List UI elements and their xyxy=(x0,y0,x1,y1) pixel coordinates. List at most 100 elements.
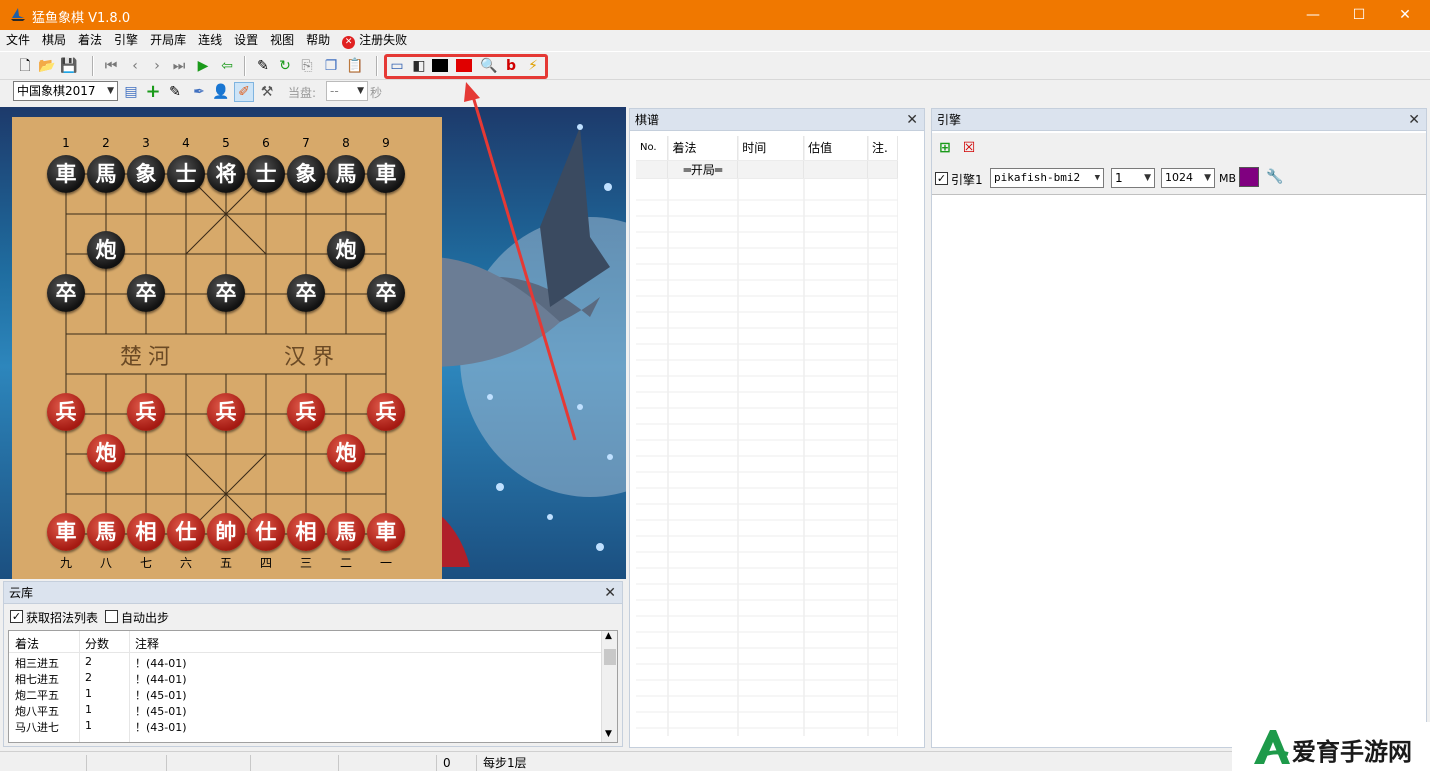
close-icon[interactable]: ✕ xyxy=(604,582,616,604)
menu-help[interactable]: 帮助 xyxy=(300,30,336,50)
hash-select[interactable]: 1024 ▼ xyxy=(1161,168,1215,188)
maximize-button[interactable]: ☐ xyxy=(1336,0,1382,30)
red-pawn[interactable]: 兵 xyxy=(47,393,85,431)
black-pawn[interactable]: 卒 xyxy=(287,274,325,312)
add-engine-icon[interactable]: ⊞ xyxy=(936,139,954,157)
list-item[interactable]: 炮二平五 1 ！(45-01) xyxy=(9,687,601,703)
menu-engine[interactable]: 引擎 xyxy=(108,30,144,50)
cloud-moves-list[interactable]: 着法 分数 注释 相三进五 2 ！(44-01) 相七进五 2 ！(44-01) 炮二平… xyxy=(8,630,618,743)
red-advisor[interactable]: 仕 xyxy=(167,513,205,551)
black-pawn[interactable]: 卒 xyxy=(47,274,85,312)
black-general[interactable]: 将 xyxy=(207,155,245,193)
edit-icon[interactable]: ✎ xyxy=(254,57,272,75)
menu-registration[interactable]: ✕ 注册失败 xyxy=(336,30,413,50)
red-cannon[interactable]: 炮 xyxy=(87,434,125,472)
engine-enable-checkbox[interactable]: ✓ xyxy=(935,172,948,185)
eraser-icon[interactable]: ✐ xyxy=(234,82,254,102)
red-pawn[interactable]: 兵 xyxy=(287,393,325,431)
chess-board[interactable]: 1 2 3 4 5 6 7 8 9 九 八 七 六 五 四 三 二 一 楚河 汉… xyxy=(12,117,442,579)
red-advisor[interactable]: 仕 xyxy=(247,513,285,551)
red-chariot[interactable]: 車 xyxy=(367,513,405,551)
open-folder-icon[interactable]: 📂 xyxy=(38,57,56,75)
minimize-button[interactable]: — xyxy=(1290,0,1336,30)
black-pawn[interactable]: 卒 xyxy=(207,274,245,312)
prev-move-icon[interactable]: ‹ xyxy=(126,57,144,75)
menu-file[interactable]: 文件 xyxy=(0,30,36,50)
undo-arrow-icon[interactable]: ⇦ xyxy=(218,57,236,75)
menu-settings[interactable]: 设置 xyxy=(228,30,264,50)
red-pawn[interactable]: 兵 xyxy=(207,393,245,431)
table-row[interactable]: ═开局═ xyxy=(636,160,899,179)
black-horse[interactable]: 馬 xyxy=(87,155,125,193)
red-elephant[interactable]: 相 xyxy=(287,513,325,551)
red-pawn[interactable]: 兵 xyxy=(127,393,165,431)
col-header-time[interactable]: 时间 xyxy=(737,136,805,161)
duplicate-icon[interactable]: ❐ xyxy=(322,57,340,75)
copy-icon[interactable]: ⎘ xyxy=(298,57,316,75)
note-icon[interactable]: ✎ xyxy=(166,83,184,101)
menu-view[interactable]: 视图 xyxy=(264,30,300,50)
get-list-checkbox[interactable]: ✓ xyxy=(10,610,23,623)
black-elephant[interactable]: 象 xyxy=(127,155,165,193)
black-cannon[interactable]: 炮 xyxy=(327,231,365,269)
engine-color-swatch[interactable] xyxy=(1239,167,1259,187)
play-icon[interactable]: ▶ xyxy=(194,57,212,75)
current-board-select[interactable]: -- ▼ xyxy=(326,81,368,101)
save-icon[interactable]: 💾 xyxy=(60,57,78,75)
add-icon[interactable]: + xyxy=(144,83,162,101)
black-pawn[interactable]: 卒 xyxy=(367,274,405,312)
menu-opening-book[interactable]: 开局库 xyxy=(144,30,192,50)
remove-engine-icon[interactable]: ☒ xyxy=(960,139,978,157)
red-horse[interactable]: 馬 xyxy=(327,513,365,551)
black-chariot[interactable]: 車 xyxy=(367,155,405,193)
pen-icon[interactable]: ✒ xyxy=(190,83,208,101)
red-chariot[interactable]: 車 xyxy=(47,513,85,551)
red-elephant[interactable]: 相 xyxy=(127,513,165,551)
col-header-note[interactable]: 注. xyxy=(867,136,899,161)
scrollbar[interactable]: ▲ ▼ xyxy=(601,631,617,742)
col-header-move[interactable]: 着法 xyxy=(667,136,739,161)
close-button[interactable]: ✕ xyxy=(1382,0,1428,30)
user-icon[interactable]: 👤 xyxy=(212,83,230,101)
auto-move-checkbox[interactable] xyxy=(105,610,118,623)
col-header-move[interactable]: 着法 xyxy=(15,635,39,652)
wrench-icon[interactable]: 🔧 xyxy=(1266,168,1284,186)
scroll-down-icon[interactable]: ▼ xyxy=(605,729,612,739)
col-header-note[interactable]: 注释 xyxy=(135,635,159,652)
col-header-score[interactable]: 分数 xyxy=(85,635,109,652)
next-move-icon[interactable]: › xyxy=(148,57,166,75)
black-elephant[interactable]: 象 xyxy=(287,155,325,193)
red-general[interactable]: 帥 xyxy=(207,513,245,551)
red-pawn[interactable]: 兵 xyxy=(367,393,405,431)
red-cannon[interactable]: 炮 xyxy=(327,434,365,472)
threads-select[interactable]: 1 ▼ xyxy=(1111,168,1155,188)
black-chariot[interactable]: 車 xyxy=(47,155,85,193)
menu-moves[interactable]: 着法 xyxy=(72,30,108,50)
col-header-no[interactable]: No. xyxy=(636,136,669,161)
menu-connect[interactable]: 连线 xyxy=(192,30,228,50)
refresh-icon[interactable]: ↻ xyxy=(276,57,294,75)
col-header-eval[interactable]: 估值 xyxy=(803,136,868,161)
list-item[interactable]: 相七进五 2 ！(44-01) xyxy=(9,671,601,687)
game-type-select[interactable]: 中国象棋2017 ▼ xyxy=(13,81,118,101)
black-advisor[interactable]: 士 xyxy=(167,155,205,193)
list-item[interactable]: 炮八平五 1 ！(45-01) xyxy=(9,703,601,719)
list-item[interactable]: 相三进五 2 ！(44-01) xyxy=(9,655,601,671)
scroll-thumb[interactable] xyxy=(604,649,616,665)
list-item[interactable]: 马八进七 1 ！(43-01) xyxy=(9,719,601,735)
red-horse[interactable]: 馬 xyxy=(87,513,125,551)
black-pawn[interactable]: 卒 xyxy=(127,274,165,312)
scroll-up-icon[interactable]: ▲ xyxy=(605,631,612,641)
engine-select[interactable]: pikafish-bmi2 ▼ xyxy=(990,168,1104,188)
last-move-icon[interactable]: ⏭ xyxy=(170,57,188,75)
menu-game[interactable]: 棋局 xyxy=(36,30,72,50)
first-move-icon[interactable]: ⏮ xyxy=(102,57,120,75)
black-advisor[interactable]: 士 xyxy=(247,155,285,193)
black-cannon[interactable]: 炮 xyxy=(87,231,125,269)
new-file-icon[interactable]: 🗋 xyxy=(16,57,34,75)
close-icon[interactable]: ✕ xyxy=(906,109,918,131)
close-icon[interactable]: ✕ xyxy=(1408,109,1420,131)
paste-icon[interactable]: 📋 xyxy=(346,57,364,75)
book-icon[interactable]: ▤ xyxy=(122,83,140,101)
tools-icon[interactable]: ⚒ xyxy=(258,83,276,101)
